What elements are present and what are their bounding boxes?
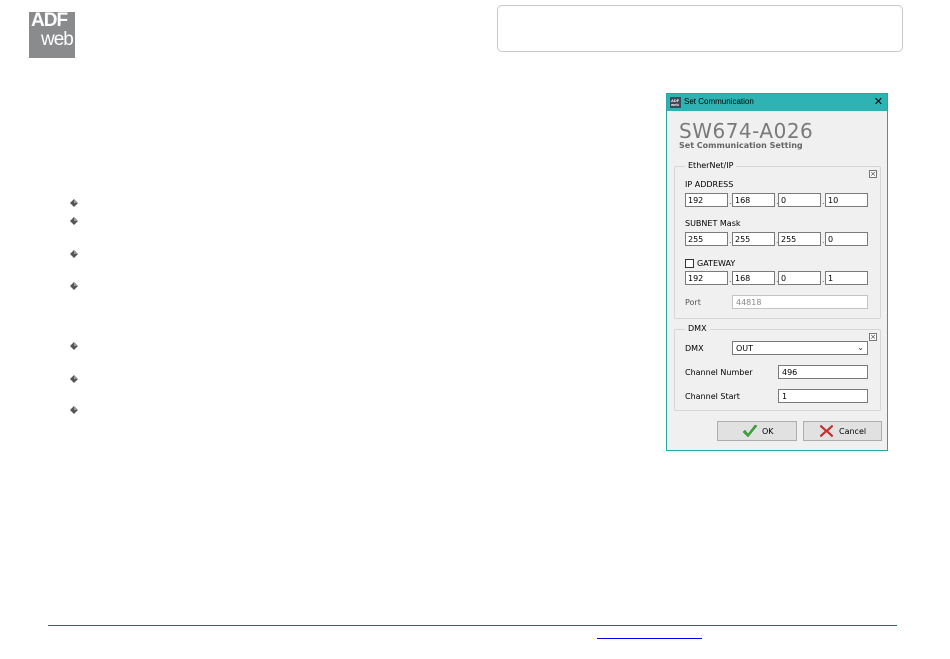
app-icon: ADF web (670, 97, 681, 108)
adfweb-logo: ADF web (29, 10, 75, 58)
channel-start-label: Channel Start (685, 392, 740, 401)
subnet-octet-2[interactable]: 255 (732, 232, 775, 246)
red-x-icon (819, 424, 834, 440)
logo-text-bottom: web (41, 29, 74, 50)
bullet-icon (70, 406, 78, 414)
header-box (497, 5, 903, 52)
dialog-subtitle: Set Communication Setting (679, 141, 803, 150)
close-icon[interactable]: ✕ (874, 96, 883, 108)
subnet-octet-1[interactable]: 255 (685, 232, 728, 246)
ethernet-group-label: EtherNet/IP (685, 161, 737, 170)
dmx-select[interactable]: OUT ⌄ (732, 341, 868, 355)
bullet-icon (70, 375, 78, 383)
chevron-down-icon: ⌄ (857, 343, 864, 352)
dmx-group: DMX × DMX OUT ⌄ Channel Number 496 Chann… (674, 324, 881, 411)
port-field[interactable]: 44818 (732, 295, 868, 309)
ip-address-octet-2[interactable]: 168 (732, 193, 775, 207)
dialog-title: Set Communication (684, 97, 754, 106)
manual-page: ADF web ADF web Set Communication ✕ SW674… (0, 0, 950, 659)
collapse-x-icon[interactable]: × (869, 170, 877, 178)
channel-number-label: Channel Number (685, 368, 753, 377)
footer-divider (48, 625, 897, 626)
check-icon (742, 424, 758, 440)
dmx-select-value: OUT (736, 344, 754, 353)
gateway-checkbox[interactable] (685, 259, 694, 268)
channel-start-field[interactable]: 1 (778, 389, 868, 403)
bullet-icon (70, 199, 78, 207)
subnet-octet-4[interactable]: 0 (825, 232, 868, 246)
dmx-group-label: DMX (685, 324, 710, 333)
set-communication-dialog: ADF web Set Communication ✕ SW674-A026 Se… (666, 93, 888, 451)
ip-address-label: IP ADDRESS (685, 180, 734, 189)
subnet-mask-label: SUBNET Mask (685, 219, 741, 228)
bullet-icon (70, 250, 78, 258)
gateway-octet-4[interactable]: 1 (825, 271, 868, 285)
port-label: Port (685, 298, 701, 307)
gateway-octet-2[interactable]: 168 (732, 271, 775, 285)
bullet-icon (70, 342, 78, 350)
dialog-titlebar[interactable]: ADF web Set Communication ✕ (667, 94, 887, 111)
channel-number-field[interactable]: 496 (778, 365, 868, 379)
ip-address-octet-4[interactable]: 10 (825, 193, 868, 207)
collapse-x-icon[interactable]: × (869, 333, 877, 341)
ok-button[interactable]: OK (717, 421, 797, 441)
ethernet-group: EtherNet/IP × IP ADDRESS 192 . 168 . 0 .… (674, 161, 881, 319)
footer-link[interactable] (597, 638, 702, 639)
gateway-label: GATEWAY (697, 259, 736, 268)
product-code: SW674-A026 (679, 119, 814, 143)
ip-address-octet-3[interactable]: 0 (778, 193, 821, 207)
bullet-icon (70, 282, 78, 290)
gateway-octet-1[interactable]: 192 (685, 271, 728, 285)
cancel-button[interactable]: Cancel (803, 421, 882, 441)
gateway-octet-3[interactable]: 0 (778, 271, 821, 285)
subnet-octet-3[interactable]: 255 (778, 232, 821, 246)
dmx-label: DMX (685, 344, 704, 353)
cancel-button-label: Cancel (839, 427, 867, 436)
bullet-icon (70, 217, 78, 225)
ok-button-label: OK (762, 427, 774, 436)
ip-address-octet-1[interactable]: 192 (685, 193, 728, 207)
